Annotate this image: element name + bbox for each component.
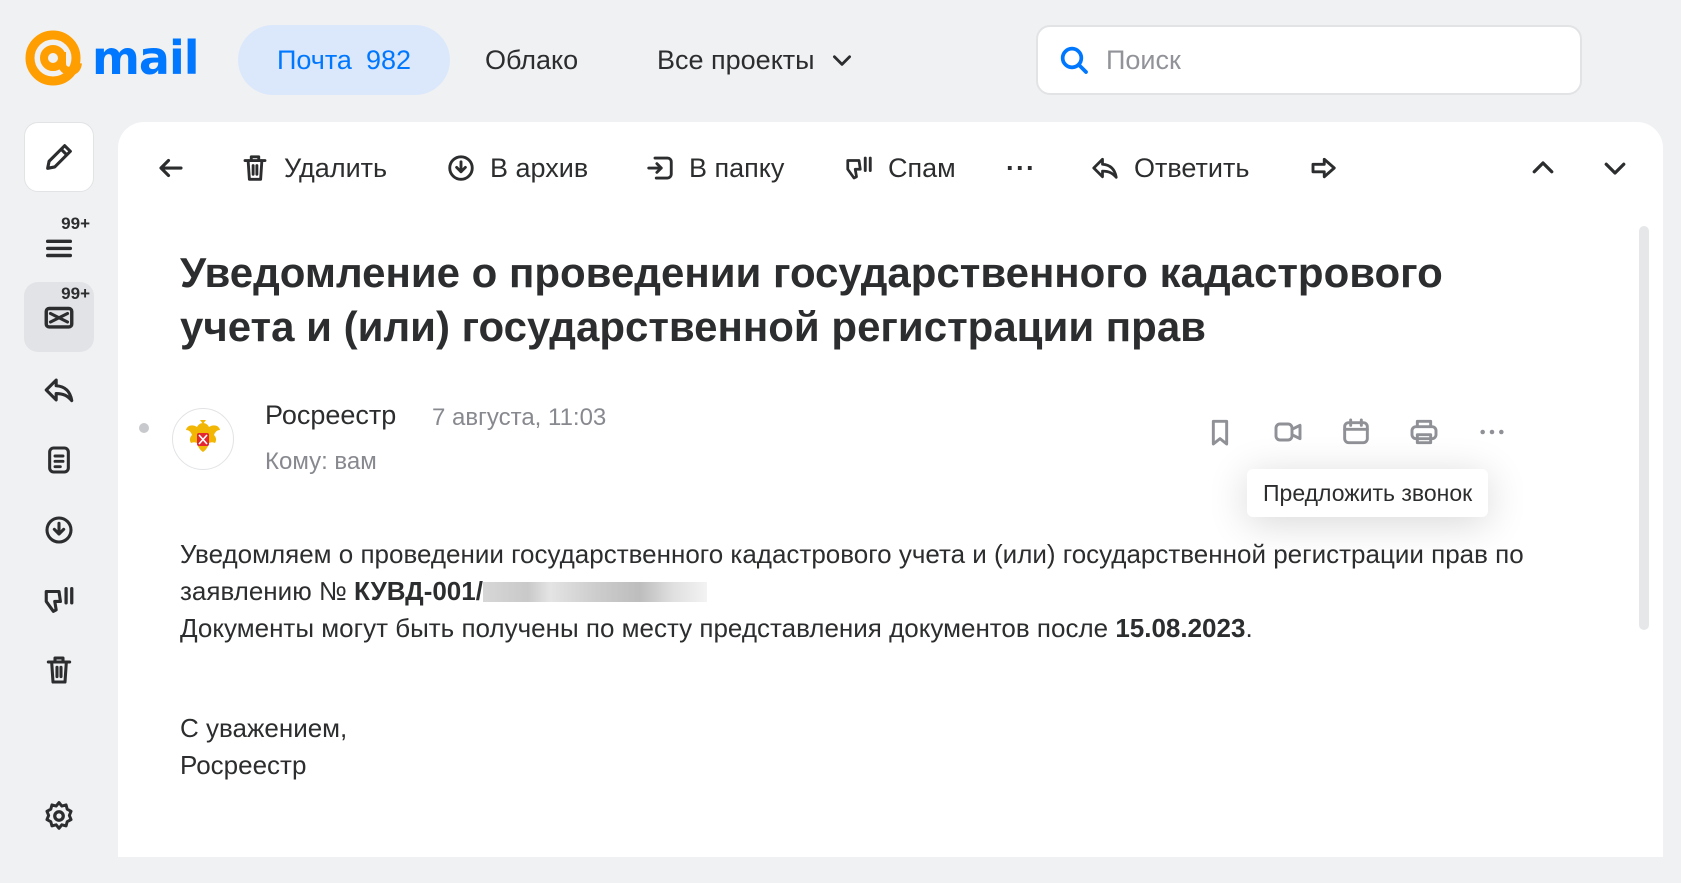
message-toolbar: Удалить В архив В папку Спам ··· Ответит… bbox=[118, 140, 1663, 196]
body-line-2-end: . bbox=[1245, 613, 1253, 643]
mail-logo[interactable]: mail bbox=[22, 27, 200, 89]
print-icon bbox=[1410, 419, 1438, 445]
logo-text: mail bbox=[92, 31, 200, 85]
forward-icon bbox=[1311, 157, 1336, 179]
closing-line: С уважением, bbox=[180, 713, 348, 743]
more-icon: ··· bbox=[1006, 152, 1036, 183]
list-icon bbox=[45, 239, 73, 258]
chevron-down-icon bbox=[1604, 162, 1626, 175]
rail-sent[interactable] bbox=[24, 355, 94, 425]
forward-button[interactable] bbox=[1308, 140, 1338, 196]
rail-drafts[interactable] bbox=[24, 425, 94, 495]
bookmark-button[interactable] bbox=[1200, 412, 1240, 452]
reply-icon bbox=[1092, 157, 1118, 179]
pencil-icon bbox=[46, 144, 72, 170]
envelope-icon bbox=[44, 306, 74, 329]
move-folder-icon bbox=[647, 156, 673, 180]
next-message-button[interactable] bbox=[1600, 140, 1630, 196]
thumbs-down-icon bbox=[846, 156, 872, 180]
message-subject: Уведомление о проведении государственног… bbox=[180, 249, 1443, 350]
message-signature: С уважением, Росреестр bbox=[180, 710, 347, 784]
chevron-up-icon bbox=[1532, 161, 1554, 174]
more-actions-button[interactable] bbox=[1472, 412, 1512, 452]
thumbs-down-icon bbox=[44, 587, 74, 613]
spam-label: Спам bbox=[888, 152, 956, 183]
delete-label: Удалить bbox=[284, 152, 388, 183]
nav-projects-dropdown[interactable]: Все проекты bbox=[657, 25, 855, 95]
rail-spam[interactable] bbox=[24, 565, 94, 635]
calendar-button[interactable] bbox=[1336, 412, 1376, 452]
document-icon bbox=[48, 446, 70, 474]
archive-icon bbox=[448, 155, 474, 181]
print-button[interactable] bbox=[1404, 412, 1444, 452]
compose-button[interactable] bbox=[24, 122, 94, 192]
request-number: КУВД-001/ bbox=[354, 576, 483, 606]
previous-message-button[interactable] bbox=[1528, 140, 1558, 196]
archive-icon bbox=[45, 516, 73, 544]
nav-mail-count: 982 bbox=[365, 44, 412, 75]
message-actions bbox=[118, 412, 1663, 452]
video-call-button[interactable] bbox=[1268, 412, 1308, 452]
rail-archive[interactable] bbox=[24, 495, 94, 565]
rail-inbox[interactable]: 99+ bbox=[24, 282, 94, 352]
nav-cloud-label: Облако bbox=[485, 44, 579, 75]
search-input[interactable] bbox=[1106, 44, 1566, 76]
arrow-left-icon bbox=[159, 158, 183, 178]
back-button[interactable] bbox=[156, 140, 186, 196]
search-icon bbox=[1060, 46, 1088, 74]
chevron-down-icon bbox=[832, 55, 851, 66]
move-label: В папку bbox=[689, 152, 785, 183]
delete-button[interactable]: Удалить bbox=[240, 140, 387, 196]
reply-label: Ответить bbox=[1134, 152, 1250, 183]
message-body: Уведомляем о проведении государственного… bbox=[180, 536, 1600, 647]
signature-line: Росреестр bbox=[180, 750, 307, 780]
reply-button[interactable]: Ответить bbox=[1090, 140, 1249, 196]
spam-button[interactable]: Спам bbox=[844, 140, 956, 196]
trash-icon bbox=[243, 155, 267, 181]
calendar-icon bbox=[1343, 418, 1369, 445]
at-logo-icon bbox=[25, 30, 82, 86]
archive-label: В архив bbox=[490, 152, 589, 183]
redacted-block bbox=[482, 582, 707, 602]
bookmark-icon bbox=[1211, 419, 1229, 446]
nav-mail-tab[interactable]: Почта 982 bbox=[238, 25, 450, 95]
gear-icon bbox=[45, 801, 73, 830]
settings-button[interactable] bbox=[38, 795, 80, 837]
video-call-icon bbox=[1274, 422, 1302, 442]
recipient-line: Кому: вам bbox=[265, 448, 377, 475]
message-card: Удалить В архив В папку Спам ··· Ответит… bbox=[118, 122, 1663, 857]
body-line-2: Документы могут быть получены по месту п… bbox=[180, 613, 1109, 643]
nav-projects-label: Все проекты bbox=[657, 44, 815, 75]
rail-all-mail-badge: 99+ bbox=[61, 214, 90, 233]
more-button[interactable]: ··· bbox=[1006, 140, 1036, 196]
release-date: 15.08.2023 bbox=[1115, 613, 1246, 643]
move-to-folder-button[interactable]: В папку bbox=[645, 140, 784, 196]
nav-mail-label: Почта bbox=[276, 44, 352, 75]
reply-icon bbox=[44, 378, 74, 403]
archive-button[interactable]: В архив bbox=[446, 140, 588, 196]
nav-cloud-link[interactable]: Облако bbox=[485, 25, 578, 95]
trash-icon bbox=[46, 656, 72, 684]
more-icon bbox=[1480, 429, 1504, 435]
rail-inbox-badge: 99+ bbox=[61, 284, 90, 303]
rail-all-mail[interactable]: 99+ bbox=[24, 212, 94, 282]
tooltip-suggest-call: Предложить звонок bbox=[1247, 469, 1489, 517]
search-box[interactable] bbox=[1036, 25, 1582, 95]
rail-trash[interactable] bbox=[24, 635, 94, 705]
